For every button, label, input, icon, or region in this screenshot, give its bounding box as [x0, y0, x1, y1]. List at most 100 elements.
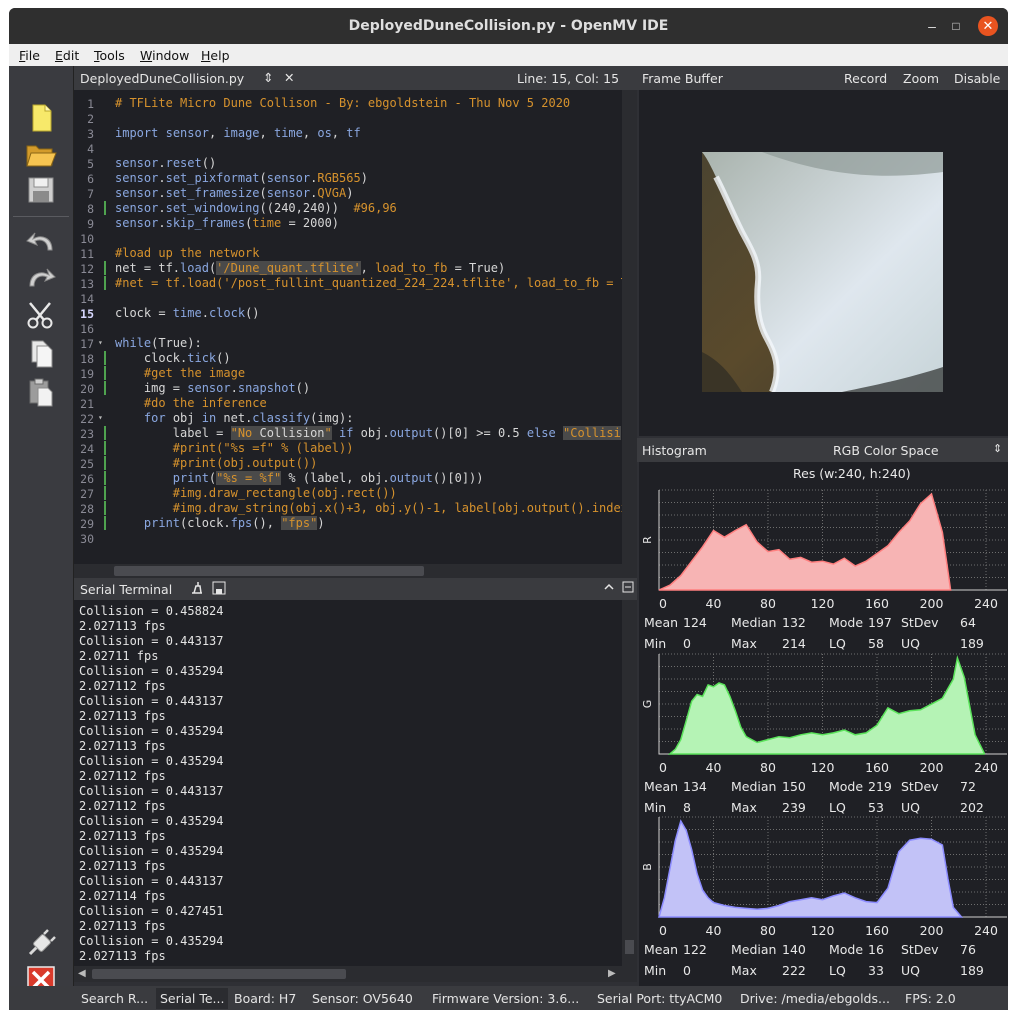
code-token: if — [339, 426, 354, 440]
serial-terminal-title: Serial Terminal — [80, 582, 173, 597]
collapse-icon[interactable] — [603, 581, 615, 596]
code-line[interactable]: print(clock.fps(), "fps") — [115, 516, 325, 530]
paste-icon[interactable] — [24, 376, 58, 408]
drive-label[interactable]: Drive: /media/ebgolds... — [740, 991, 890, 1006]
code-line[interactable]: sensor.set_framesize(sensor.QVGA) — [115, 186, 353, 200]
line-number: 2 — [87, 112, 94, 126]
menu-edit[interactable]: Edit — [55, 48, 79, 63]
code-line[interactable]: for obj in net.classify(img): — [115, 411, 354, 425]
menu-tools[interactable]: Tools — [94, 48, 125, 63]
code-line[interactable]: #img.draw_rectangle(obj.rect()) — [115, 486, 397, 500]
openmv-ide-window: DeployedDuneCollision.py - OpenMV IDE – … — [9, 8, 1008, 1010]
camera-frame-image — [702, 152, 943, 392]
code-editor[interactable]: 1 2 3 4 5 6 7 8 9 10 11 12 13 14 15 16 17 ▾ 18 19 20 21 22 ▾ 23 2… — [74, 90, 637, 578]
color-space-dropdown-icon[interactable]: ⇕ — [993, 442, 1002, 455]
undock-icon[interactable] — [622, 581, 634, 596]
fold-toggle-icon[interactable]: ▾ — [98, 413, 103, 422]
minimize-button[interactable]: – — [922, 16, 942, 36]
code-line[interactable]: #net = tf.load('/post_fullint_quantized_… — [115, 276, 628, 290]
record-button[interactable]: Record — [844, 71, 887, 86]
serial-terminal-output[interactable]: Collision = 0.458824 2.027113 fps Collisio… — [74, 600, 637, 966]
serial-port-label: Serial Port: ttyACM0 — [597, 991, 723, 1006]
code-token: #img.draw_rectangle(obj.rect()) — [172, 486, 397, 500]
close-file-icon[interactable]: ✕ — [284, 70, 294, 85]
code-line[interactable]: while(True): — [115, 336, 202, 350]
copy-icon[interactable] — [24, 338, 58, 370]
channel-label: R — [641, 536, 654, 544]
histogram-area-b — [658, 819, 964, 918]
line-number: 17 — [80, 337, 94, 351]
code-line[interactable]: #get the image — [115, 366, 245, 380]
code-line[interactable]: clock = time.clock() — [115, 306, 260, 320]
save-log-icon[interactable] — [212, 581, 226, 598]
code-line[interactable]: clock.tick() — [115, 351, 231, 365]
code-line[interactable]: print("%s = %f" % (label, obj.output()[0… — [115, 471, 484, 485]
editor-horizontal-scrollbar[interactable] — [74, 564, 637, 578]
undo-icon[interactable] — [24, 226, 58, 258]
line-number: 15 — [80, 307, 94, 321]
stat-label-uq: UQ — [901, 800, 920, 815]
maximize-button[interactable]: □ — [946, 16, 966, 36]
file-dropdown-icon[interactable]: ⇕ — [263, 70, 273, 85]
zoom-button[interactable]: Zoom — [903, 71, 939, 86]
disable-button[interactable]: Disable — [954, 71, 1000, 86]
close-window-button[interactable]: ✕ — [978, 16, 998, 36]
save-icon[interactable] — [24, 174, 58, 206]
serial-horizontal-scrollbar[interactable]: ◀ ▶ — [74, 966, 637, 982]
connect-icon[interactable] — [24, 928, 58, 960]
histogram-title: Histogram — [642, 443, 707, 458]
code-token: (clock. — [180, 516, 231, 530]
code-line[interactable]: sensor.set_windowing((240,240)) #96,96 — [115, 201, 397, 215]
editor-filename[interactable]: DeployedDuneCollision.py — [80, 71, 244, 86]
firmware-version-link[interactable]: Firmware Version: 3.6... — [432, 991, 579, 1006]
fold-toggle-icon[interactable]: ▾ — [98, 338, 103, 347]
code-token: print — [172, 471, 209, 485]
open-folder-icon[interactable] — [24, 138, 58, 170]
clear-terminal-icon[interactable] — [190, 581, 204, 598]
code-line[interactable]: # TFLite Micro Dune Collison - By: ebgol… — [115, 96, 570, 110]
code-token: clock = — [115, 306, 173, 320]
code-line[interactable]: #do the inference — [115, 396, 267, 410]
menu-file[interactable]: File — [19, 48, 40, 63]
scroll-thumb[interactable] — [114, 566, 424, 576]
line-number: 10 — [80, 232, 94, 246]
line-number: 7 — [87, 187, 94, 201]
code-line[interactable]: #load up the network — [115, 246, 260, 260]
serial-terminal-tab[interactable]: Serial Te... — [156, 988, 229, 1009]
menu-window[interactable]: Window — [140, 48, 189, 63]
code-token: sensor — [165, 126, 209, 140]
code-line[interactable]: label = "No Collision" if obj.output()[0… — [115, 426, 621, 440]
code-token: sensor — [187, 381, 231, 395]
cut-icon[interactable] — [24, 300, 58, 332]
color-space-select[interactable]: RGB Color Space — [833, 443, 939, 458]
code-token: () — [245, 306, 260, 320]
stat-label-min: Min — [644, 636, 667, 651]
new-file-icon[interactable] — [24, 102, 58, 134]
scroll-thumb[interactable] — [92, 969, 346, 979]
menu-help[interactable]: Help — [201, 48, 230, 63]
code-line[interactable]: #img.draw_string(obj.x()+3, obj.y()-1, l… — [115, 501, 628, 515]
code-line[interactable]: #print(obj.output()) — [115, 456, 318, 470]
scroll-left-icon[interactable]: ◀ — [78, 968, 86, 979]
scroll-right-icon[interactable]: ▶ — [608, 968, 616, 979]
serial-vertical-scrollbar[interactable] — [622, 600, 637, 966]
code-line[interactable]: sensor.skip_frames(time = 2000) — [115, 216, 339, 230]
line-number: 24 — [80, 442, 94, 456]
code-line[interactable]: sensor.set_pixformat(sensor.RGB565) — [115, 171, 368, 185]
redo-icon[interactable] — [24, 262, 58, 294]
code-line[interactable]: #print("%s =f" % (label)) — [115, 441, 354, 455]
code-token: snapshot — [237, 381, 296, 395]
line-number: 9 — [87, 217, 94, 231]
editor-vertical-scrollbar[interactable] — [622, 90, 637, 564]
code-line[interactable]: import sensor, image, time, os, tf — [115, 126, 361, 140]
code-token: ) — [346, 186, 354, 200]
code-line[interactable]: net = tf.load('/Dune_quant.tflite', load… — [115, 261, 505, 275]
search-results-tab[interactable]: Search R... — [81, 991, 148, 1006]
line-number-gutter: 1 2 3 4 5 6 7 8 9 10 11 12 13 14 15 16 17 ▾ 18 19 20 21 22 ▾ 23 2… — [74, 90, 112, 578]
line-number: 14 — [80, 292, 94, 306]
code-line[interactable]: sensor.reset() — [115, 156, 216, 170]
line-number: 1 — [87, 97, 94, 111]
code-line[interactable]: img = sensor.snapshot() — [115, 381, 310, 395]
scroll-thumb[interactable] — [625, 940, 634, 954]
